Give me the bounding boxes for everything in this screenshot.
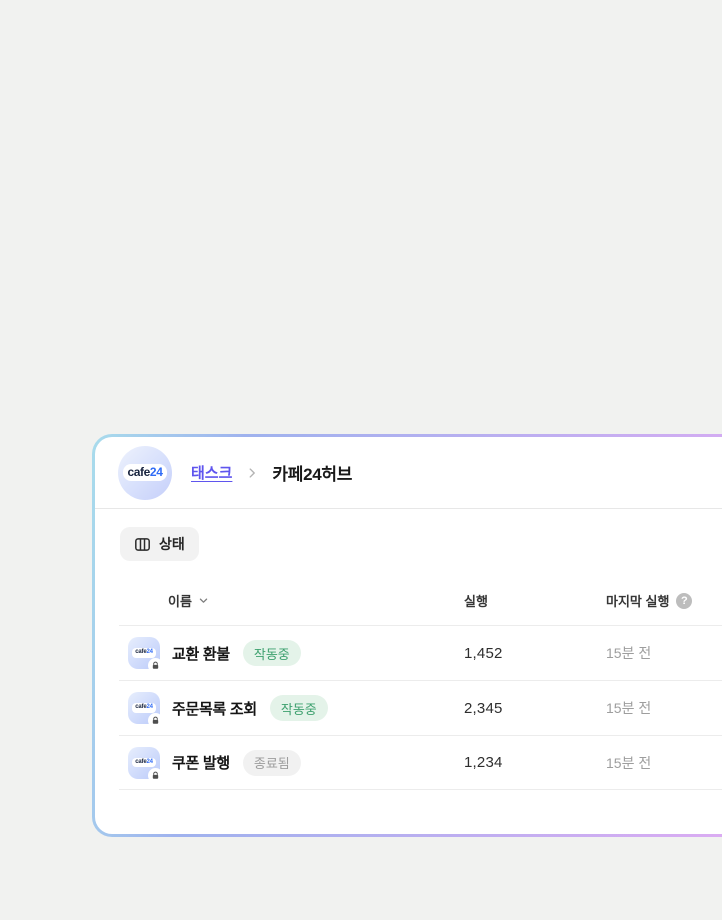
cafe24-logo: cafe24 (118, 446, 172, 500)
toolbar: 상태 (95, 509, 722, 561)
last-run-time: 15분 전 (606, 698, 722, 718)
column-header-name-label: 이름 (168, 591, 192, 610)
columns-icon (134, 536, 151, 553)
task-name: 주문목록 조회 (172, 698, 257, 719)
column-header-last-run-label: 마지막 실행 (606, 591, 669, 610)
help-icon[interactable]: ? (676, 593, 692, 609)
status-view-button[interactable]: 상태 (120, 527, 199, 561)
status-badge: 작동중 (270, 695, 328, 721)
cafe24-app-icon: cafe24 (128, 747, 160, 779)
run-count: 1,452 (464, 645, 606, 662)
last-run-time: 15분 전 (606, 753, 722, 773)
task-name: 교환 환불 (172, 643, 230, 664)
task-row[interactable]: cafe24 쿠폰 발행 종료됨 1,234 15분 전 (119, 735, 722, 790)
breadcrumb: 태스크 카페24허브 (191, 460, 352, 485)
chevron-down-icon (198, 595, 209, 606)
task-row[interactable]: cafe24 교환 환불 작동중 1,452 15분 전 (119, 625, 722, 680)
task-table: 이름 실행 마지막 실행 ? cafe24 (119, 561, 722, 790)
status-view-button-label: 상태 (159, 534, 185, 554)
column-header-runs: 실행 (464, 591, 606, 610)
run-count: 2,345 (464, 700, 606, 717)
run-count: 1,234 (464, 754, 606, 771)
cafe24-logo-wordmark: cafe24 (123, 464, 168, 481)
task-name: 쿠폰 발행 (172, 752, 230, 773)
card-header: cafe24 태스크 카페24허브 (95, 437, 722, 508)
cafe24-app-icon: cafe24 (128, 692, 160, 724)
task-row[interactable]: cafe24 주문목록 조회 작동중 2,345 15분 전 (119, 680, 722, 735)
card-surface: cafe24 태스크 카페24허브 상태 (95, 437, 722, 834)
last-run-time: 15분 전 (606, 643, 722, 663)
cafe24-app-icon: cafe24 (128, 637, 160, 669)
lock-icon (148, 658, 163, 673)
status-badge: 작동중 (243, 640, 301, 666)
status-badge: 종료됨 (243, 750, 301, 776)
lock-icon (148, 768, 163, 783)
column-header-runs-label: 실행 (464, 594, 488, 609)
table-header-row: 이름 실행 마지막 실행 ? (119, 561, 722, 625)
chevron-right-icon (245, 466, 259, 480)
column-header-name[interactable]: 이름 (128, 591, 464, 610)
lock-icon (148, 713, 163, 728)
breadcrumb-link-tasks[interactable]: 태스크 (191, 462, 232, 483)
page-title: 카페24허브 (272, 460, 352, 485)
column-header-last-run: 마지막 실행 ? (606, 591, 722, 610)
task-dashboard-card: cafe24 태스크 카페24허브 상태 (92, 434, 722, 837)
